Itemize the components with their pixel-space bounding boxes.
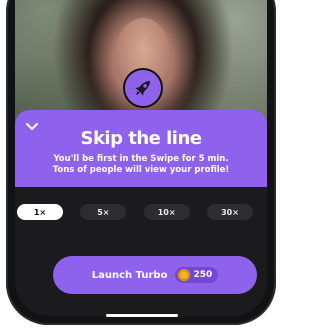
multiplier-5x[interactable]: 5× bbox=[80, 204, 127, 220]
coin-icon bbox=[178, 269, 191, 281]
sheet-subtitle: You'll be first in the Swipe for 5 min. … bbox=[15, 154, 267, 176]
subtitle-line-2: Tons of people will view your profile! bbox=[52, 165, 230, 175]
subtitle-line-1: You'll be first in the Swipe for 5 min. bbox=[53, 154, 229, 164]
coin-cost-pill: 250 bbox=[175, 267, 219, 283]
sheet-title: Skip the line bbox=[80, 128, 202, 149]
home-indicator bbox=[106, 314, 178, 317]
launch-turbo-button[interactable]: Launch Turbo 250 bbox=[53, 256, 257, 294]
multiplier-30x[interactable]: 30× bbox=[206, 204, 253, 220]
multiplier-1x[interactable]: 1× bbox=[17, 204, 63, 220]
launch-turbo-label: Launch Turbo bbox=[91, 269, 168, 281]
multiplier-10x[interactable]: 10× bbox=[143, 204, 190, 220]
rocket-icon bbox=[123, 68, 163, 108]
coin-amount: 250 bbox=[193, 270, 213, 280]
multiplier-options: 1× 5× 10× 30× bbox=[9, 204, 261, 224]
sheet-header: Skip the line You'll be first in the Swi… bbox=[15, 110, 267, 187]
